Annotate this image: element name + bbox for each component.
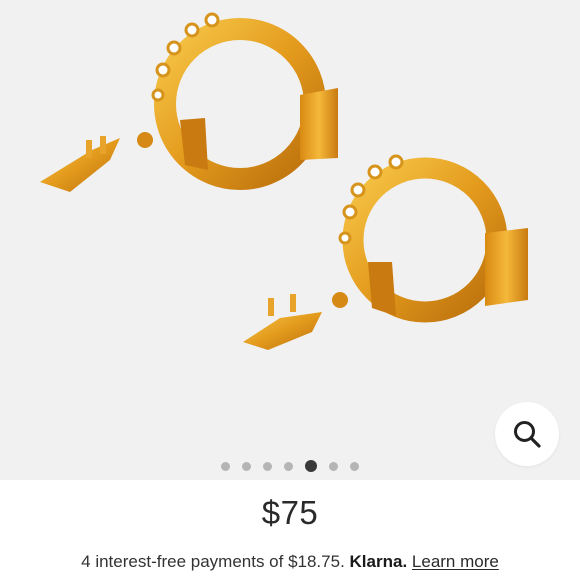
image-gallery[interactable] — [0, 0, 580, 480]
slide-indicator — [0, 458, 580, 474]
slide-dot[interactable] — [284, 461, 293, 471]
product-photo — [40, 12, 528, 350]
installment-text: 4 interest-free payments of $18.75. — [81, 552, 345, 571]
slide-dot-active[interactable] — [305, 460, 317, 472]
learn-more-link[interactable]: Learn more — [412, 552, 499, 571]
slide-dot[interactable] — [221, 461, 230, 471]
slide-dot[interactable] — [350, 461, 359, 471]
search-icon — [514, 421, 541, 448]
slide-dot[interactable] — [263, 461, 272, 471]
right-earring — [243, 154, 528, 350]
slide-dot[interactable] — [242, 461, 251, 471]
product-price: $75 — [261, 494, 319, 531]
klarna-brand: Klarna. — [349, 552, 408, 571]
installment-info: 4 interest-free payments of $18.75. Klar… — [0, 552, 580, 572]
left-earring — [40, 12, 338, 192]
slide-dot[interactable] — [329, 461, 338, 471]
zoom-button[interactable] — [495, 402, 559, 466]
product-listing-screen: $75 4 interest-free payments of $18.75. … — [0, 0, 580, 580]
